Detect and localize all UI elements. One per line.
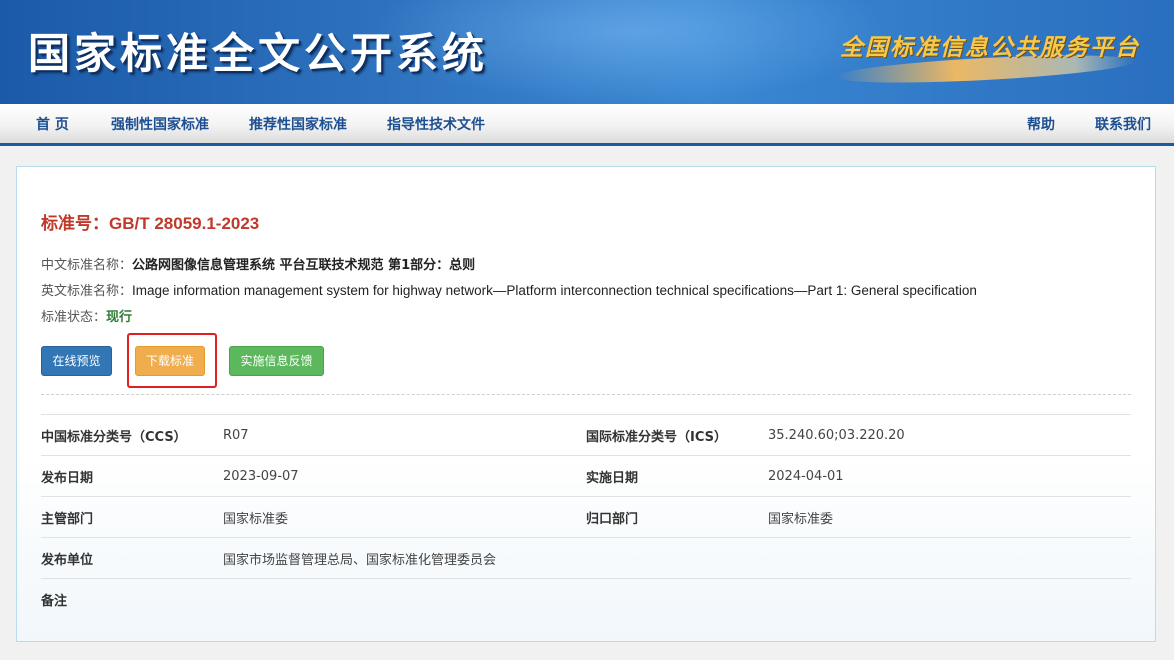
standard-meta-table: 中国标准分类号（CCS） R07 国际标准分类号（ICS） 35.240.60;… (41, 414, 1131, 620)
nav-recommended-standards[interactable]: 推荐性国家标准 (249, 104, 347, 144)
owner-label: 归口部门 (586, 511, 639, 527)
remark-value (223, 579, 1131, 620)
ccs-value: R07 (223, 427, 249, 443)
table-row: 发布日期 2023-09-07 实施日期 2024-04-01 (41, 455, 1131, 497)
nav-contact[interactable]: 联系我们 (1095, 104, 1151, 144)
ics-value: 35.240.60;03.220.20 (768, 427, 905, 443)
status-row: 标准状态：现行 (41, 306, 132, 325)
owner-value: 国家标准委 (768, 511, 834, 527)
site-slogan: 全国标准信息公共服务平台 (840, 34, 1140, 61)
publish-date-label: 发布日期 (41, 470, 94, 486)
table-row: 发布单位 国家市场监督管理总局、国家标准化管理委员会 (41, 537, 1131, 579)
remark-label: 备注 (41, 593, 68, 609)
nav-guidance-documents[interactable]: 指导性技术文件 (387, 104, 485, 144)
standard-detail-card: 标准号：GB/T 28059.1-2023 中文标准名称：公路网图像信息管理系统… (16, 166, 1156, 642)
site-title: 国家标准全文公开系统 (28, 29, 489, 78)
status-value: 现行 (106, 310, 133, 325)
standard-number-heading: 标准号：GB/T 28059.1-2023 (41, 209, 259, 234)
header-banner: 国家标准全文公开系统 全国标准信息公共服务平台 (0, 0, 1174, 104)
effective-date-value: 2024-04-01 (768, 468, 844, 484)
publish-date-value: 2023-09-07 (223, 468, 299, 484)
standard-number: GB/T 28059.1-2023 (109, 214, 260, 233)
publisher-label: 发布单位 (41, 552, 94, 568)
main-nav: 首 页 强制性国家标准 推荐性国家标准 指导性技术文件 帮助 联系我们 (0, 104, 1174, 146)
en-name-label: 英文标准名称： (41, 284, 133, 299)
effective-date-label: 实施日期 (586, 470, 639, 486)
implementation-feedback-button[interactable]: 实施信息反馈 (229, 346, 324, 376)
download-standard-button[interactable]: 下载标准 (135, 346, 205, 376)
online-preview-button[interactable]: 在线预览 (41, 346, 112, 376)
authority-label: 主管部门 (41, 511, 94, 527)
table-row: 中国标准分类号（CCS） R07 国际标准分类号（ICS） 35.240.60;… (41, 414, 1131, 456)
standard-number-label: 标准号： (41, 214, 109, 233)
table-row: 备注 (41, 578, 1131, 620)
cn-name-value: 公路网图像信息管理系统 平台互联技术规范 第1部分：总则 (132, 258, 476, 273)
en-name-row: 英文标准名称：Image information management syst… (41, 280, 977, 299)
ics-label: 国际标准分类号（ICS） (586, 429, 727, 445)
authority-value: 国家标准委 (223, 511, 289, 527)
cn-name-row: 中文标准名称：公路网图像信息管理系统 平台互联技术规范 第1部分：总则 (41, 254, 475, 273)
section-divider (41, 394, 1131, 395)
ccs-label: 中国标准分类号（CCS） (41, 429, 187, 445)
en-name-value: Image information management system for … (132, 283, 977, 298)
cn-name-label: 中文标准名称： (41, 258, 133, 273)
nav-mandatory-standards[interactable]: 强制性国家标准 (111, 104, 209, 144)
nav-home[interactable]: 首 页 (36, 104, 69, 144)
nav-help[interactable]: 帮助 (1027, 104, 1055, 144)
status-label: 标准状态： (41, 310, 107, 325)
table-row: 主管部门 国家标准委 归口部门 国家标准委 (41, 496, 1131, 538)
publisher-value: 国家市场监督管理总局、国家标准化管理委员会 (223, 552, 497, 568)
